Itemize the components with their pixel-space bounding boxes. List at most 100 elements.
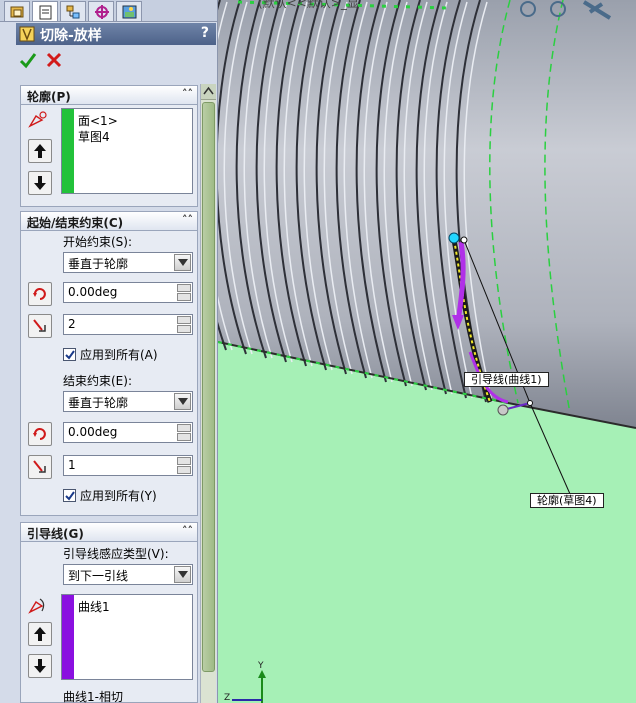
spin-up-button[interactable]	[177, 424, 191, 432]
guide-list[interactable]: 曲线1	[61, 594, 193, 680]
guide-handle-point[interactable]	[460, 236, 468, 244]
spinner[interactable]	[177, 284, 191, 301]
collapse-chevron-icon[interactable]: ˄˄	[182, 524, 193, 537]
guides-section: 引导线(G) ˄˄ 引导线感应类型(V): 到下一引线 曲线1 曲线1-相切	[20, 522, 198, 703]
panel-scrollbar[interactable]	[200, 84, 216, 703]
spinner[interactable]	[177, 457, 191, 474]
end-angle-value: 0.00deg	[68, 425, 118, 439]
arrow-down-icon	[34, 176, 46, 190]
spin-down-button[interactable]	[177, 325, 191, 333]
end-apply-all-checkbox[interactable]	[63, 489, 76, 502]
start-constraint-select[interactable]: 垂直于轮廓	[63, 252, 193, 273]
profile-point[interactable]	[497, 404, 509, 416]
move-down-button[interactable]	[28, 171, 52, 195]
guide-influence-value: 到下一引线	[68, 569, 129, 583]
leader-line	[529, 402, 571, 495]
guides-section-header[interactable]: 引导线(G) ˄˄	[20, 522, 198, 542]
guides-section-body: 引导线感应类型(V): 到下一引线 曲线1 曲线1-相切	[20, 542, 198, 703]
chevron-down-icon[interactable]	[174, 566, 191, 583]
guide-influence-select[interactable]: 到下一引线	[63, 564, 193, 585]
cut-loft-icon	[19, 26, 35, 42]
collapse-chevron-icon[interactable]: ˄˄	[182, 213, 193, 226]
start-reverse-direction-button[interactable]	[28, 282, 52, 306]
guide-select-icon-button	[25, 594, 49, 618]
property-manager: 切除-放样 ? 轮廓(P) ˄˄ 面<1> 草图4 起始/结束约束(C) ˄˄ …	[0, 0, 218, 703]
collapse-chevron-icon[interactable]: ˄˄	[182, 87, 193, 100]
move-up-button[interactable]	[28, 139, 52, 163]
start-constraint-label: 开始约束(S):	[63, 235, 133, 249]
cancel-button[interactable]	[44, 50, 66, 72]
spin-down-button[interactable]	[177, 293, 191, 301]
guide-color-bar	[62, 595, 74, 679]
coordinate-triad: Y Z	[224, 661, 266, 703]
spinner[interactable]	[177, 316, 191, 333]
spin-down-button[interactable]	[177, 466, 191, 474]
close-icon	[46, 52, 62, 68]
display-icon	[122, 5, 137, 19]
spinner[interactable]	[177, 424, 191, 441]
guide-start-point[interactable]	[448, 232, 460, 244]
profile-list[interactable]: 面<1> 草图4	[61, 108, 193, 194]
start-apply-all-checkbox[interactable]	[63, 348, 76, 361]
profile-section-title: 轮廓(P)	[27, 90, 71, 104]
property-icon	[39, 5, 52, 20]
end-tangent-length-icon-button[interactable]	[28, 455, 52, 479]
end-length-input[interactable]: 1	[63, 455, 193, 476]
feature-tree-icon	[10, 6, 24, 18]
start-constraint-value: 垂直于轮廓	[68, 257, 129, 271]
cylinder-body	[218, 0, 636, 428]
chevron-down-icon[interactable]	[174, 393, 191, 410]
spin-up-button[interactable]	[177, 284, 191, 292]
end-angle-input[interactable]: 0.00deg	[63, 422, 193, 443]
arrow-down-icon	[34, 659, 46, 673]
tab-configuration-manager[interactable]	[60, 1, 86, 21]
spin-up-button[interactable]	[177, 316, 191, 324]
list-item[interactable]: 面<1>	[78, 112, 118, 129]
guide-influence-label: 引导线感应类型(V):	[63, 547, 169, 561]
manager-tabs	[0, 0, 217, 22]
tab-property-manager[interactable]	[32, 1, 58, 21]
list-item[interactable]: 草图4	[78, 128, 110, 145]
checkmark-icon	[19, 53, 37, 69]
reverse-direction-icon	[33, 428, 46, 440]
guide-move-up-button[interactable]	[28, 622, 52, 646]
guide-tangency-label: 曲线1-相切	[63, 690, 123, 703]
guide-move-down-button[interactable]	[28, 654, 52, 678]
start-tangent-length-icon-button[interactable]	[28, 314, 52, 338]
start-length-input[interactable]: 2	[63, 314, 193, 335]
chevron-down-icon[interactable]	[174, 254, 191, 271]
tab-display-manager[interactable]	[116, 1, 142, 21]
start-length-value: 2	[68, 317, 76, 331]
spin-up-button[interactable]	[177, 457, 191, 465]
ok-button[interactable]	[18, 50, 40, 72]
start-angle-input[interactable]: 0.00deg	[63, 282, 193, 303]
profile-end-point[interactable]	[527, 400, 533, 406]
feature-title: 切除-放样	[40, 28, 102, 44]
checkmark-icon	[65, 491, 75, 501]
start-angle-value: 0.00deg	[68, 285, 118, 299]
help-button[interactable]: ?	[201, 25, 209, 41]
constraints-section-header[interactable]: 起始/结束约束(C) ˄˄	[20, 211, 198, 231]
profile-section-header[interactable]: 轮廓(P) ˄˄	[20, 85, 198, 105]
start-apply-all-label: 应用到所有(A)	[80, 348, 158, 362]
feature-title-bar: 切除-放样 ?	[16, 23, 216, 45]
profile-select-icon	[28, 111, 47, 128]
profile-callout[interactable]: 轮廓(草图4)	[530, 493, 604, 508]
end-apply-all-label: 应用到所有(Y)	[80, 489, 157, 503]
tab-feature-manager[interactable]	[4, 1, 30, 21]
graphics-viewport[interactable]: Y Z (默认<<默认>_显 引导线(曲线1) 轮廓(草图4)	[218, 0, 636, 703]
end-constraint-select[interactable]: 垂直于轮廓	[63, 391, 193, 412]
guide-callout[interactable]: 引导线(曲线1)	[464, 372, 549, 387]
reverse-direction-icon	[33, 288, 46, 300]
tangent-length-icon	[33, 460, 46, 473]
triad-y-label: Y	[257, 661, 264, 671]
chevron-up-icon	[203, 86, 214, 95]
model-scene: Y Z	[218, 0, 636, 703]
end-reverse-direction-button[interactable]	[28, 422, 52, 446]
spin-down-button[interactable]	[177, 433, 191, 441]
scroll-thumb[interactable]	[202, 102, 215, 672]
scroll-up-button[interactable]	[201, 84, 216, 100]
list-item[interactable]: 曲线1	[78, 598, 110, 615]
tab-dimxpert[interactable]	[88, 1, 114, 21]
arrow-up-icon	[34, 144, 46, 158]
